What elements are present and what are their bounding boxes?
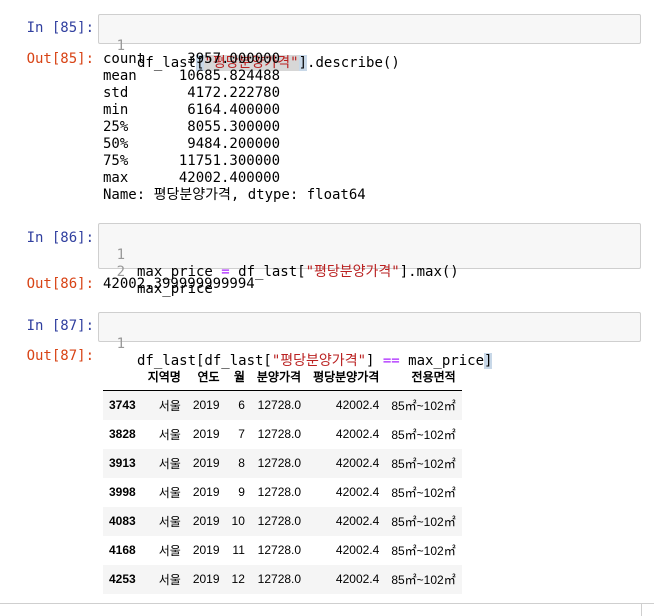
cell-year: 2019 bbox=[192, 543, 220, 557]
cell-area: 85㎡~102㎡ bbox=[391, 572, 456, 587]
output-line: 75% 11751.300000 bbox=[103, 153, 281, 169]
max-price-output: 42002.399999999994 bbox=[103, 276, 255, 293]
table-row: 3828 서울 2019 7 12728.0 42002.4 85㎡~102㎡ bbox=[103, 420, 462, 449]
cell-area: 85㎡~102㎡ bbox=[391, 485, 456, 500]
column-header-price-per-pyeong: 평당분양가격 bbox=[307, 363, 386, 391]
line-number: 1 bbox=[116, 336, 125, 352]
cell-month: 9 bbox=[238, 485, 245, 499]
cell-year: 2019 bbox=[192, 456, 220, 470]
dataframe-table: 지역명 연도 월 분양가격 평당분양가격 전용면적 3743 서울 2019 6 127… bbox=[103, 363, 462, 594]
table-body: 3743 서울 2019 6 12728.0 42002.4 85㎡~102㎡ 3828 서울 2… bbox=[103, 390, 462, 594]
table-row: 4083 서울 2019 10 12728.0 42002.4 85㎡~102㎡ bbox=[103, 506, 462, 536]
cell-index: 3828 bbox=[109, 427, 136, 441]
cell-month: 8 bbox=[238, 456, 245, 470]
code-line: 1 max_price = df_last["평당분양가격"].max() bbox=[99, 230, 640, 280]
cell-year: 2019 bbox=[192, 572, 220, 586]
column-header-area: 전용면적 bbox=[385, 363, 462, 391]
cell-price-per-pyeong: 42002.4 bbox=[335, 456, 380, 470]
cell-area: 85㎡~102㎡ bbox=[391, 456, 456, 471]
cell-price: 12728.0 bbox=[257, 485, 302, 499]
cell-price-per-pyeong: 42002.4 bbox=[335, 543, 380, 557]
code-line: 2 max_price bbox=[99, 247, 640, 297]
cell-year: 2019 bbox=[192, 427, 220, 441]
cell-index: 4083 bbox=[109, 514, 136, 528]
cell-year: 2019 bbox=[192, 398, 220, 413]
cell-region: 서울 bbox=[158, 543, 181, 558]
input-prompt: In [86]: bbox=[26, 230, 94, 246]
cell-price: 12728.0 bbox=[257, 427, 302, 441]
output-prompt: Out[85]: bbox=[26, 51, 94, 67]
code-editor[interactable]: 1 df_last[df_last["평당분양가격"] == max_price… bbox=[98, 312, 641, 369]
output-line: max 42002.400000 bbox=[103, 170, 281, 186]
output-line: 25% 8055.300000 bbox=[103, 119, 281, 135]
cell-index: 3913 bbox=[109, 456, 136, 470]
cell-price: 12728.0 bbox=[257, 514, 302, 528]
column-header-month: 월 bbox=[225, 363, 251, 391]
code-editor[interactable]: 1 df_last["평당분양가격"].describe() bbox=[98, 14, 641, 71]
cell-price-per-pyeong: 42002.4 bbox=[335, 485, 380, 499]
cell-month: 12 bbox=[231, 572, 245, 586]
table-row: 3998 서울 2019 9 12728.0 42002.4 85㎡~102㎡ bbox=[103, 478, 462, 507]
cell-year: 2019 bbox=[192, 514, 220, 528]
output-line: std 4172.222780 bbox=[103, 85, 281, 101]
table-row: 3913 서울 2019 8 12728.0 42002.4 85㎡~102㎡ bbox=[103, 448, 462, 478]
cell-month: 10 bbox=[231, 514, 245, 528]
output-line: Name: 평당분양가격, dtype: float64 bbox=[103, 187, 366, 203]
code-token: "평당분양가격" bbox=[305, 264, 400, 280]
input-prompt: In [87]: bbox=[26, 318, 94, 334]
cell-area: 85㎡~102㎡ bbox=[391, 543, 456, 558]
cell-month: 6 bbox=[238, 398, 245, 413]
cell-region: 서울 bbox=[158, 485, 181, 500]
code-line: 1 df_last[df_last["평당분양가격"] == max_price… bbox=[99, 319, 640, 369]
output-prompt: Out[86]: bbox=[26, 276, 94, 292]
code-line: 1 df_last["평당분양가격"].describe() bbox=[99, 21, 640, 71]
cell-month: 7 bbox=[238, 427, 245, 441]
index-header bbox=[103, 363, 142, 391]
cell-price-per-pyeong: 42002.4 bbox=[335, 427, 380, 441]
cell-price: 12728.0 bbox=[257, 456, 302, 470]
cell-year: 2019 bbox=[192, 485, 220, 499]
cell-price-per-pyeong: 42002.4 bbox=[335, 514, 380, 528]
cell-region: 서울 bbox=[158, 572, 181, 587]
output-prompt: Out[87]: bbox=[26, 348, 94, 364]
cell-price: 12728.0 bbox=[257, 543, 302, 557]
table-row: 4168 서울 2019 11 12728.0 42002.4 85㎡~102㎡ bbox=[103, 536, 462, 565]
cell-price-per-pyeong: 42002.4 bbox=[335, 398, 380, 413]
output-line: 42002.399999999994 bbox=[103, 276, 255, 292]
cell-index: 4253 bbox=[109, 572, 136, 586]
code-token: ] bbox=[484, 353, 493, 369]
describe-output: count 3957.000000 mean 10685.824488 std 41… bbox=[103, 51, 366, 204]
cell-region: 서울 bbox=[158, 398, 181, 413]
cell-price: 12728.0 bbox=[257, 572, 302, 586]
cell-area: 85㎡~102㎡ bbox=[391, 427, 456, 442]
code-token: ].max() bbox=[399, 264, 459, 280]
next-cell-edge[interactable] bbox=[0, 603, 654, 616]
cell-price-per-pyeong: 42002.4 bbox=[335, 572, 380, 586]
output-line: mean 10685.824488 bbox=[103, 68, 281, 84]
table-header-row: 지역명 연도 월 분양가격 평당분양가격 전용면적 bbox=[103, 363, 462, 391]
cell-region: 서울 bbox=[158, 514, 181, 529]
cell-price: 12728.0 bbox=[257, 398, 302, 413]
output-line: min 6164.400000 bbox=[103, 102, 281, 118]
output-line: 50% 9484.200000 bbox=[103, 136, 281, 152]
column-header-year: 연도 bbox=[186, 363, 226, 391]
cell-index: 3998 bbox=[109, 485, 136, 499]
cell-index: 4168 bbox=[109, 543, 136, 557]
input-prompt: In [85]: bbox=[26, 20, 94, 36]
cell-border bbox=[641, 604, 650, 616]
cell-area: 85㎡~102㎡ bbox=[391, 514, 456, 529]
cell-region: 서울 bbox=[158, 427, 181, 442]
column-header-region: 지역명 bbox=[141, 363, 187, 391]
cell-region: 서울 bbox=[158, 456, 181, 471]
code-editor[interactable]: 1 max_price = df_last["평당분양가격"].max() 2 … bbox=[98, 223, 641, 297]
table-row: 4253 서울 2019 12 12728.0 42002.4 85㎡~102㎡ bbox=[103, 564, 462, 594]
table-row: 3743 서울 2019 6 12728.0 42002.4 85㎡~102㎡ bbox=[103, 390, 462, 420]
cell-index: 3743 bbox=[109, 398, 136, 413]
cell-month: 11 bbox=[232, 543, 245, 557]
cell-area: 85㎡~102㎡ bbox=[391, 398, 456, 413]
output-line: count 3957.000000 bbox=[103, 51, 281, 67]
column-header-price: 분양가격 bbox=[250, 363, 308, 391]
